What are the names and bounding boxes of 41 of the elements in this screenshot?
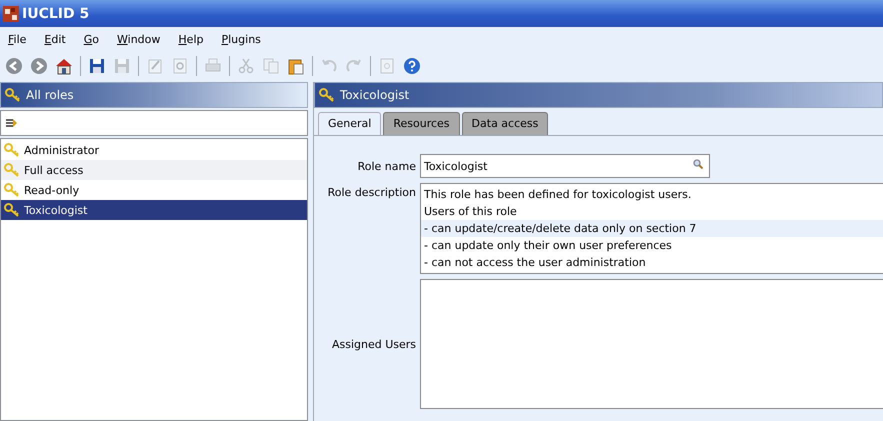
tab[interactable]: Data access: [462, 112, 548, 135]
tab[interactable]: General: [318, 112, 382, 135]
assigned-users-list[interactable]: [420, 279, 883, 409]
description-line: This role has been defined for toxicologist users.: [423, 187, 692, 203]
key-icon: [4, 163, 20, 177]
menu-item[interactable]: Edit: [44, 33, 66, 46]
menu-item[interactable]: Plugins: [221, 33, 261, 46]
key-icon: [4, 203, 20, 217]
key-icon: [4, 143, 20, 157]
home-icon[interactable]: [55, 57, 73, 75]
field-label: Role name: [356, 160, 416, 172]
field-label: Assigned Users: [330, 338, 416, 350]
forward-icon[interactable]: [30, 57, 48, 75]
tab[interactable]: Resources: [383, 112, 460, 135]
description-line: - can not access the user administration: [423, 255, 647, 271]
menu-item[interactable]: Window: [117, 33, 160, 46]
key-icon: [4, 183, 20, 197]
window-title: IUCLID 5: [22, 6, 90, 22]
help-icon[interactable]: [403, 57, 421, 75]
role-item[interactable]: Toxicologist: [1, 200, 307, 220]
role-description-field[interactable]: [420, 183, 883, 274]
menu-item[interactable]: Go: [84, 33, 99, 46]
field-label: Role description: [326, 185, 416, 199]
role-item[interactable]: Read-only: [1, 180, 307, 200]
menu-item[interactable]: File: [8, 33, 26, 46]
description-line: - can update only their own user preferences: [423, 238, 673, 254]
description-line: Users of this role: [423, 204, 518, 220]
search-icon[interactable]: [693, 159, 703, 169]
panel-title: Toxicologist: [340, 88, 410, 102]
save-icon[interactable]: [88, 57, 106, 75]
back-icon[interactable]: [5, 57, 23, 75]
panel-title: All roles: [26, 88, 74, 102]
role-name-field[interactable]: Toxicologist: [420, 154, 710, 178]
menu-item[interactable]: Help: [178, 33, 204, 46]
app-logo-icon: [3, 6, 19, 22]
key-icon: [319, 88, 335, 102]
key-icon: [5, 88, 21, 102]
role-item[interactable]: Administrator: [1, 140, 307, 160]
role-item[interactable]: Full access: [1, 160, 307, 180]
paste-icon[interactable]: [287, 57, 305, 75]
filter-icon[interactable]: [5, 117, 19, 129]
